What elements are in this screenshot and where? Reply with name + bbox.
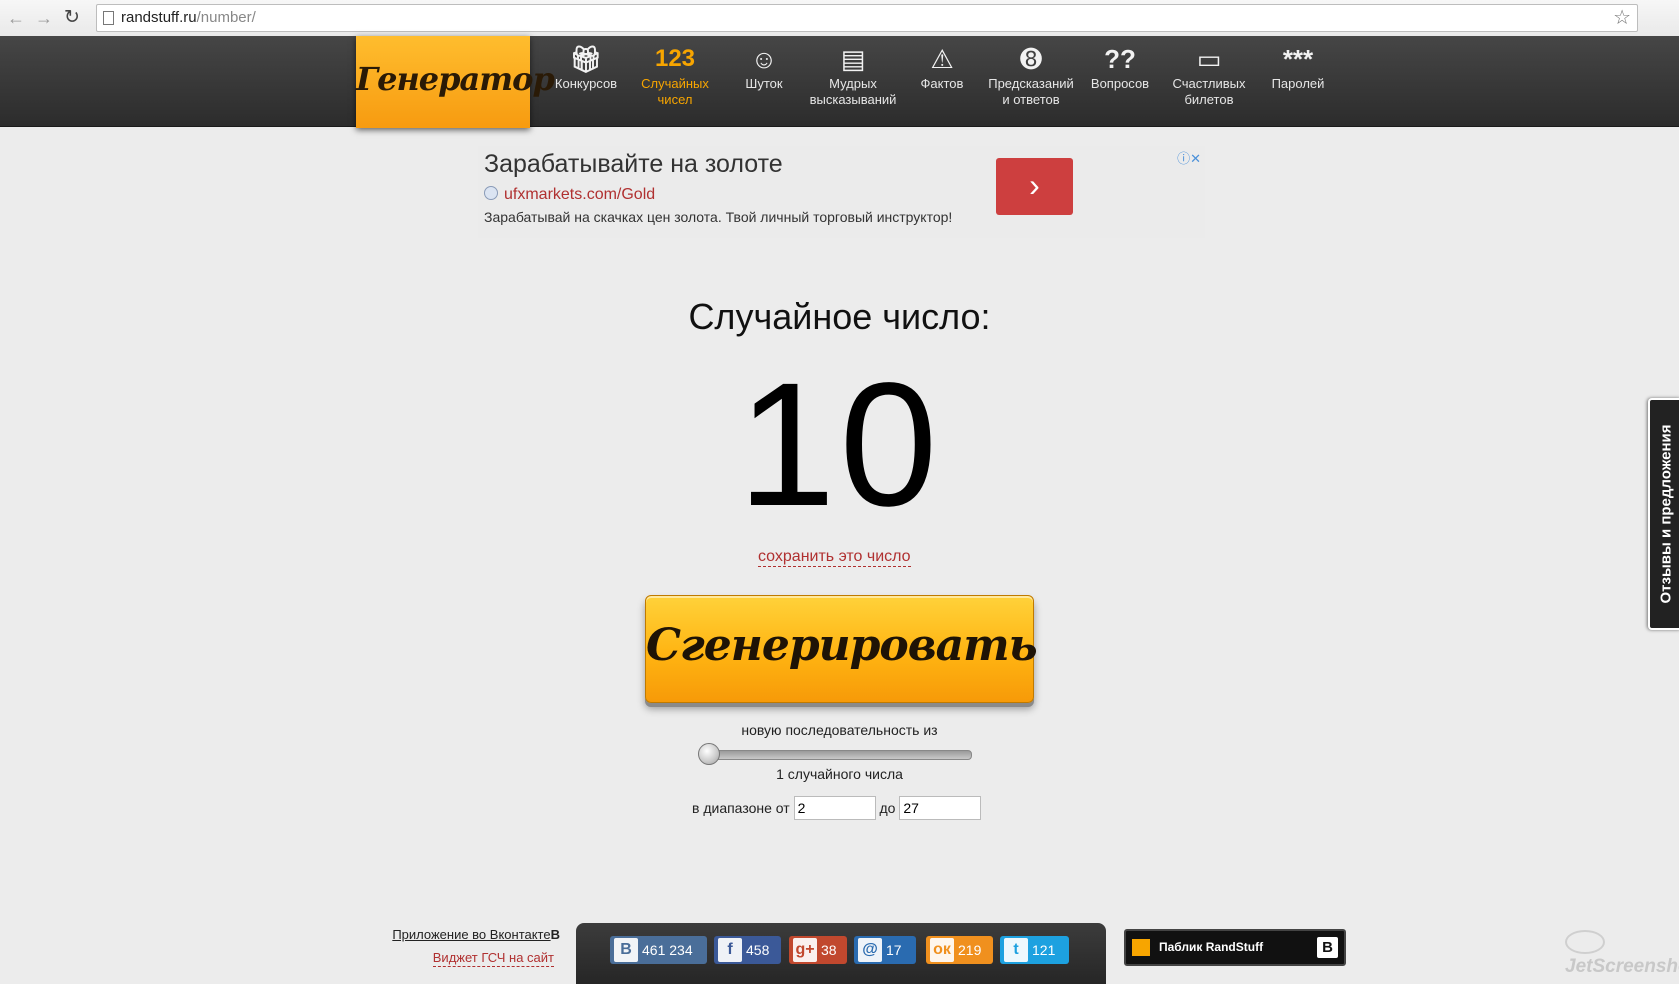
nav-item-3[interactable]: ▤ Мудрых высказываний (807, 42, 899, 108)
site-logo[interactable]: Генератор (356, 36, 555, 128)
share-count: 17 (886, 942, 902, 958)
share-count: 461 234 (642, 942, 693, 958)
share-bar: B 461 234 f 458 g+ 38 @17 ок 219 t 121 (576, 923, 1106, 984)
scroll-icon: ▤ (840, 44, 866, 74)
count-slider-track[interactable] (702, 750, 972, 760)
asterisks-icon: *** (1282, 44, 1314, 74)
adchoices-icon[interactable]: ⓘ✕ (1177, 148, 1201, 167)
ad-title[interactable]: Зарабатывайте на золоте (484, 150, 783, 179)
nav-item-8[interactable]: *** Паролей (1252, 42, 1344, 92)
smiley-icon: ☺ (750, 44, 778, 74)
count-slider-handle[interactable] (698, 743, 720, 765)
share-vk-button[interactable]: B 461 234 (610, 936, 707, 964)
ad-block[interactable]: Зарабатывайте на золоте ufxmarkets.com/G… (478, 146, 1205, 238)
gift-icon: 🎁︎ (569, 44, 603, 74)
url-text: randstuff.ru/number/ (121, 9, 256, 26)
bookmark-star-icon[interactable]: ☆ (1613, 5, 1631, 31)
range-from-input[interactable] (793, 796, 876, 821)
vk-icon: B (614, 938, 638, 962)
123-icon: 123 (654, 45, 696, 72)
share-odnoklassniki-button[interactable]: ок 219 (926, 936, 993, 964)
page-icon (103, 11, 114, 25)
globe-icon (484, 186, 498, 200)
nav-item-1[interactable]: 123 Случайных чисел (629, 42, 721, 108)
sequence-label: новую последовательность из (741, 722, 938, 738)
share-count: 458 (746, 942, 770, 958)
odnoklassniki-icon: ок (930, 938, 954, 962)
facebook-icon: f (718, 938, 742, 962)
nav-item-2[interactable]: ☺ Шуток (718, 42, 810, 92)
range-from-label: в диапазоне от (692, 800, 790, 817)
back-arrow-icon[interactable]: ← (4, 6, 28, 30)
generate-button[interactable]: Сгенерировать (645, 595, 1038, 703)
vk-icon[interactable]: B (551, 927, 560, 942)
footer-links: Приложение во ВконтактеB Виджет ГСЧ на с… (360, 926, 560, 967)
nav-item-4[interactable]: ⚠ Фактов (896, 42, 988, 92)
ticket-icon: ▭ (1196, 44, 1222, 74)
google-plus-icon: g+ (793, 938, 817, 962)
range-to-label: до (879, 800, 896, 817)
nav-item-0[interactable]: 🎁︎ Конкурсов (540, 42, 632, 92)
nav-item-label: Шуток (745, 76, 783, 91)
nav-item-label: Случайных чисел (641, 76, 709, 107)
question-marks-icon: ?? (1104, 44, 1136, 74)
nav-item-label: Счастливых билетов (1172, 76, 1246, 107)
nav-item-label: Мудрых высказываний (809, 76, 897, 107)
exclamation-icon: ⚠ (930, 44, 954, 74)
share-twitter-button[interactable]: t 121 (1000, 936, 1069, 964)
nav-item-label: Конкурсов (554, 76, 618, 91)
share-facebook-button[interactable]: f 458 (714, 936, 781, 964)
nav-item-6[interactable]: ?? Вопросов (1074, 42, 1166, 92)
nav-item-5[interactable]: ➑ Предсказаний и ответов (985, 42, 1077, 108)
share-count: 38 (821, 942, 837, 958)
8-ball-icon: ➑ (1020, 44, 1042, 74)
range-to-input[interactable] (899, 796, 982, 821)
feedback-tab[interactable]: Отзывы и предложения (1648, 398, 1679, 630)
forward-arrow-icon[interactable]: → (32, 6, 56, 30)
eye-icon (1565, 930, 1605, 954)
range-row: в диапазоне от до (692, 794, 982, 821)
count-label: 1 случайного числа (776, 766, 903, 782)
vk-group-button[interactable]: Паблик RandStuff B (1124, 929, 1346, 966)
share-count: 219 (958, 942, 982, 958)
ad-arrow-button[interactable]: › (996, 158, 1073, 215)
result-number: 10 (737, 347, 942, 543)
randstuff-thumbnail (1132, 939, 1150, 956)
nav-item-label: Вопросов (1090, 76, 1150, 91)
vk-icon: B (1317, 937, 1338, 958)
ad-description: Зарабатывай на скачках цен золота. Твой … (484, 209, 953, 225)
save-number-link[interactable]: сохранить это число (758, 548, 911, 567)
nav-item-label: Фактов (920, 76, 964, 91)
result-label: Случайное число: (688, 296, 991, 337)
twitter-icon: t (1004, 938, 1028, 962)
share-count: 121 (1032, 942, 1056, 958)
reload-icon[interactable]: ↻ (60, 6, 84, 30)
address-bar[interactable]: randstuff.ru/number/ ☆ (96, 4, 1638, 32)
nav-item-label: Паролей (1271, 76, 1325, 91)
nav-item-label: Предсказаний и ответов (988, 76, 1074, 107)
jetscreenshot-watermark: JetScreenshot (1565, 930, 1679, 978)
nav-item-7[interactable]: ▭ Счастливых билетов (1163, 42, 1255, 108)
ad-url[interactable]: ufxmarkets.com/Gold (484, 186, 655, 204)
share-mail-button[interactable]: @17 (854, 936, 916, 964)
share-google-plus-button[interactable]: g+ 38 (789, 936, 847, 964)
mail-icon: @ (858, 938, 882, 962)
vk-group-label: Паблик RandStuff (1159, 940, 1264, 954)
browser-toolbar: ← → ↻ randstuff.ru/number/ ☆ (0, 0, 1679, 37)
widget-link[interactable]: Виджет ГСЧ на сайт (432, 950, 554, 967)
vk-app-link[interactable]: Приложение во Вконтакте (392, 927, 550, 942)
